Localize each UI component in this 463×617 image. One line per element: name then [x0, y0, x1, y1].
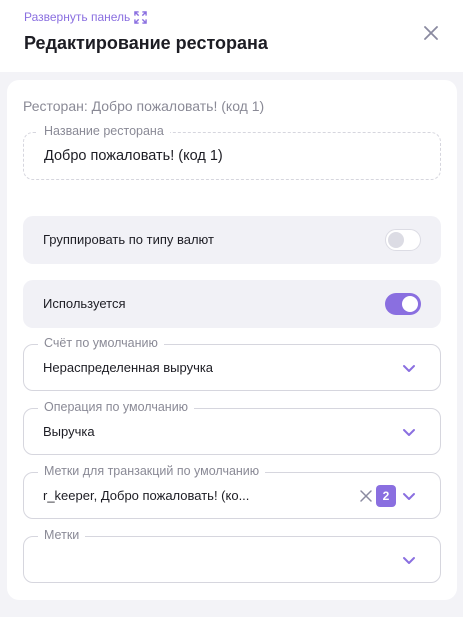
in-use-row: Используется	[23, 280, 441, 328]
tags-label: Метки	[38, 528, 86, 542]
restaurant-subtitle: Ресторан: Добро пожаловать! (код 1)	[23, 98, 265, 114]
in-use-toggle[interactable]	[385, 293, 421, 315]
toggle-knob	[388, 232, 404, 248]
panel-header: Развернуть панель Редактирование рестора…	[0, 0, 463, 72]
chevron-down-icon	[403, 365, 415, 372]
default-account-value: Нераспределенная выручка	[43, 360, 214, 375]
default-operation-label: Операция по умолчанию	[38, 400, 195, 414]
default-tx-tags-value: r_keeper, Добро пожаловать! (ко...	[43, 488, 250, 503]
expand-panel-label: Развернуть панель	[24, 10, 131, 24]
group-by-currency-row: Группировать по типу валют	[23, 216, 441, 264]
group-by-currency-toggle[interactable]	[385, 229, 421, 251]
expand-icon	[134, 10, 148, 24]
default-tx-tags-select[interactable]: Метки для транзакций по умолчанию r_keep…	[23, 464, 441, 519]
default-account-select[interactable]: Счёт по умолчанию Нераспределенная выруч…	[23, 336, 441, 391]
in-use-label: Используется	[43, 296, 126, 311]
restaurant-form-card: Ресторан: Добро пожаловать! (код 1) Назв…	[7, 80, 457, 600]
default-account-label: Счёт по умолчанию	[38, 336, 164, 350]
page-title: Редактирование ресторана	[24, 33, 268, 53]
toggle-knob	[402, 296, 418, 312]
selected-count-badge: 2	[376, 485, 396, 507]
default-operation-value: Выручка	[43, 424, 95, 439]
restaurant-name-value: Добро пожаловать! (код 1)	[44, 148, 223, 164]
default-tx-tags-label: Метки для транзакций по умолчанию	[38, 464, 266, 478]
chevron-down-icon	[403, 429, 415, 436]
restaurant-name-field[interactable]: Название ресторана Добро пожаловать! (ко…	[23, 124, 441, 180]
group-by-currency-label: Группировать по типу валют	[43, 232, 214, 247]
restaurant-name-label: Название ресторана	[38, 124, 170, 138]
tags-select[interactable]: Метки	[23, 528, 441, 583]
chevron-down-icon	[403, 557, 415, 564]
clear-icon[interactable]	[358, 488, 374, 504]
close-button[interactable]	[420, 22, 442, 44]
expand-panel-link[interactable]: Развернуть панель	[24, 10, 148, 24]
close-icon	[424, 26, 438, 40]
default-operation-select[interactable]: Операция по умолчанию Выручка	[23, 400, 441, 455]
chevron-down-icon	[403, 493, 415, 500]
